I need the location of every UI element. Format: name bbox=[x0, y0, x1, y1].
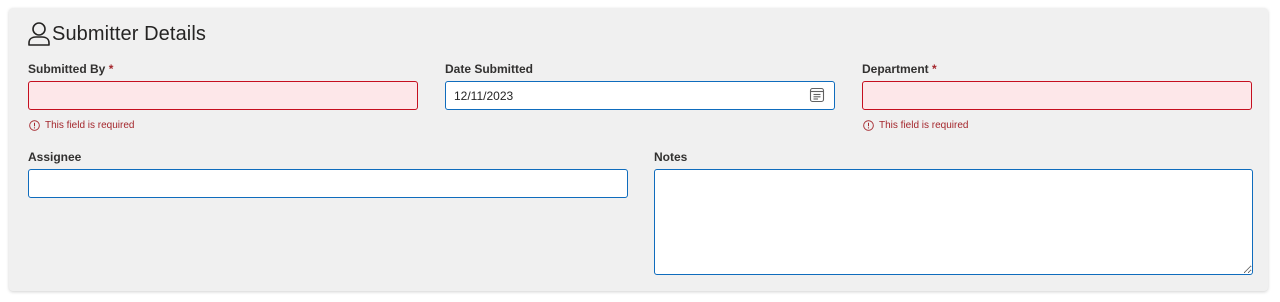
department-label-text: Department bbox=[862, 62, 929, 76]
required-indicator: * bbox=[932, 62, 937, 76]
submitted-by-label-text: Submitted By bbox=[28, 62, 106, 76]
submitted-by-label: Submitted By * bbox=[28, 62, 113, 76]
section-title: Submitter Details bbox=[52, 22, 206, 45]
calendar-icon[interactable] bbox=[808, 86, 826, 104]
submitted-by-error-text: This field is required bbox=[45, 120, 135, 131]
error-circle-icon bbox=[29, 120, 40, 131]
department-input[interactable] bbox=[862, 81, 1252, 110]
assignee-label-text: Assignee bbox=[28, 150, 82, 164]
department-label: Department * bbox=[862, 62, 937, 76]
error-circle-icon bbox=[863, 120, 874, 131]
required-indicator: * bbox=[108, 62, 114, 76]
notes-textarea[interactable] bbox=[654, 169, 1253, 275]
date-picker bbox=[445, 81, 835, 110]
card-header: Submitter Details bbox=[27, 20, 206, 48]
assignee-input[interactable] bbox=[28, 169, 628, 198]
department-error: This field is required bbox=[863, 120, 968, 131]
notes-label-text: Notes bbox=[654, 150, 688, 164]
date-submitted-input[interactable] bbox=[445, 81, 835, 110]
date-submitted-label: Date Submitted bbox=[445, 62, 533, 76]
notes-label: Notes bbox=[654, 150, 687, 164]
user-icon bbox=[27, 20, 51, 48]
department-error-text: This field is required bbox=[879, 120, 969, 131]
submitted-by-input[interactable] bbox=[28, 81, 418, 110]
submitted-by-error: This field is required bbox=[29, 120, 134, 131]
assignee-label: Assignee bbox=[28, 150, 81, 164]
date-submitted-label-text: Date Submitted bbox=[445, 62, 534, 76]
submitter-details-card: Submitter Details Submitted By * This fi… bbox=[9, 8, 1268, 291]
